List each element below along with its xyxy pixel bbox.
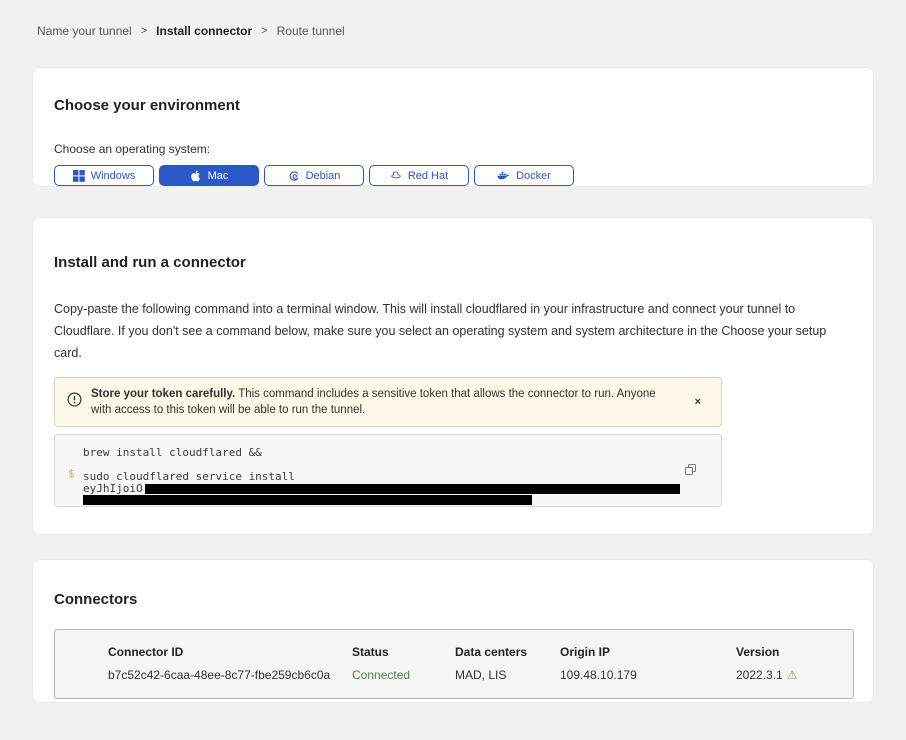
close-banner-button[interactable]: × bbox=[687, 394, 709, 410]
header-version: Version bbox=[736, 645, 833, 659]
copy-icon bbox=[684, 464, 697, 479]
header-connector-id: Connector ID bbox=[108, 645, 352, 659]
breadcrumb: Name your tunnel > Install connector > R… bbox=[0, 0, 906, 38]
connector-id-value: b7c52c42-6caa-48ee-8c77-fbe259cb6c0a bbox=[108, 668, 352, 682]
os-button-debian[interactable]: Debian bbox=[264, 165, 364, 186]
os-button-mac[interactable]: Mac bbox=[159, 165, 259, 186]
environment-card: Choose your environment Choose an operat… bbox=[32, 67, 874, 187]
redhat-icon bbox=[390, 170, 402, 182]
token-warning-title: Store your token carefully. bbox=[91, 388, 235, 400]
os-button-redhat[interactable]: Red Hat bbox=[369, 165, 469, 186]
install-connector-card: Install and run a connector Copy-paste t… bbox=[32, 217, 874, 535]
os-button-windows[interactable]: Windows bbox=[54, 165, 154, 186]
shell-prompt: $ bbox=[68, 467, 75, 480]
breadcrumb-separator: > bbox=[261, 25, 267, 37]
alert-circle-icon bbox=[67, 392, 82, 412]
data-centers-value: MAD, LIS bbox=[455, 668, 560, 682]
windows-icon bbox=[73, 170, 85, 182]
redacted-token-bar bbox=[83, 495, 532, 505]
os-select-label: Choose an operating system: bbox=[54, 142, 852, 156]
debian-icon bbox=[288, 170, 300, 182]
breadcrumb-install-connector[interactable]: Install connector bbox=[156, 24, 252, 38]
version-value: 2022.3.1 ⚠ bbox=[736, 668, 833, 682]
environment-card-title: Choose your environment bbox=[54, 97, 852, 114]
status-badge: Connected bbox=[352, 668, 455, 682]
origin-ip-value: 109.48.10.179 bbox=[560, 668, 736, 682]
close-icon: × bbox=[695, 396, 701, 408]
header-data-centers: Data centers bbox=[455, 645, 560, 659]
breadcrumb-separator: > bbox=[141, 25, 147, 37]
redacted-token-bar bbox=[145, 484, 680, 494]
header-status: Status bbox=[352, 645, 455, 659]
install-command-code-block: brew install cloudflared && $ sudo cloud… bbox=[54, 434, 722, 507]
connectors-card: Connectors Connector ID Status Data cent… bbox=[32, 559, 874, 703]
os-button-label: Debian bbox=[306, 170, 341, 182]
version-number: 2022.3.1 bbox=[736, 668, 783, 682]
code-line-brew: brew install cloudflared && bbox=[83, 446, 705, 459]
os-button-label: Windows bbox=[91, 170, 136, 182]
os-button-label: Mac bbox=[208, 170, 229, 182]
connectors-card-title: Connectors bbox=[54, 591, 852, 608]
code-line-token: eyJhIjoiO bbox=[83, 483, 705, 505]
install-description: Copy-paste the following command into a … bbox=[54, 298, 850, 364]
table-row: b7c52c42-6caa-48ee-8c77-fbe259cb6c0a Con… bbox=[108, 668, 833, 682]
token-visible-prefix: eyJhIjoiO bbox=[83, 482, 143, 495]
token-warning-banner: Store your token carefully. This command… bbox=[54, 377, 722, 427]
header-origin-ip: Origin IP bbox=[560, 645, 736, 659]
install-card-title: Install and run a connector bbox=[54, 254, 852, 271]
os-button-group: Windows Mac Debian Red Hat bbox=[54, 165, 852, 186]
token-warning-text: Store your token carefully. This command… bbox=[91, 386, 678, 418]
os-button-label: Docker bbox=[516, 170, 551, 182]
code-line-service-install: sudo cloudflared service install bbox=[83, 470, 705, 483]
version-warning-icon: ⚠ bbox=[787, 668, 798, 682]
os-button-label: Red Hat bbox=[408, 170, 448, 182]
apple-icon bbox=[190, 170, 202, 182]
os-button-docker[interactable]: Docker bbox=[474, 165, 574, 186]
connectors-table-header: Connector ID Status Data centers Origin … bbox=[108, 645, 833, 659]
copy-command-button[interactable] bbox=[684, 463, 697, 479]
docker-icon bbox=[497, 170, 510, 182]
breadcrumb-route-tunnel[interactable]: Route tunnel bbox=[277, 24, 345, 38]
breadcrumb-name-your-tunnel[interactable]: Name your tunnel bbox=[37, 24, 132, 38]
connectors-table: Connector ID Status Data centers Origin … bbox=[54, 629, 854, 699]
